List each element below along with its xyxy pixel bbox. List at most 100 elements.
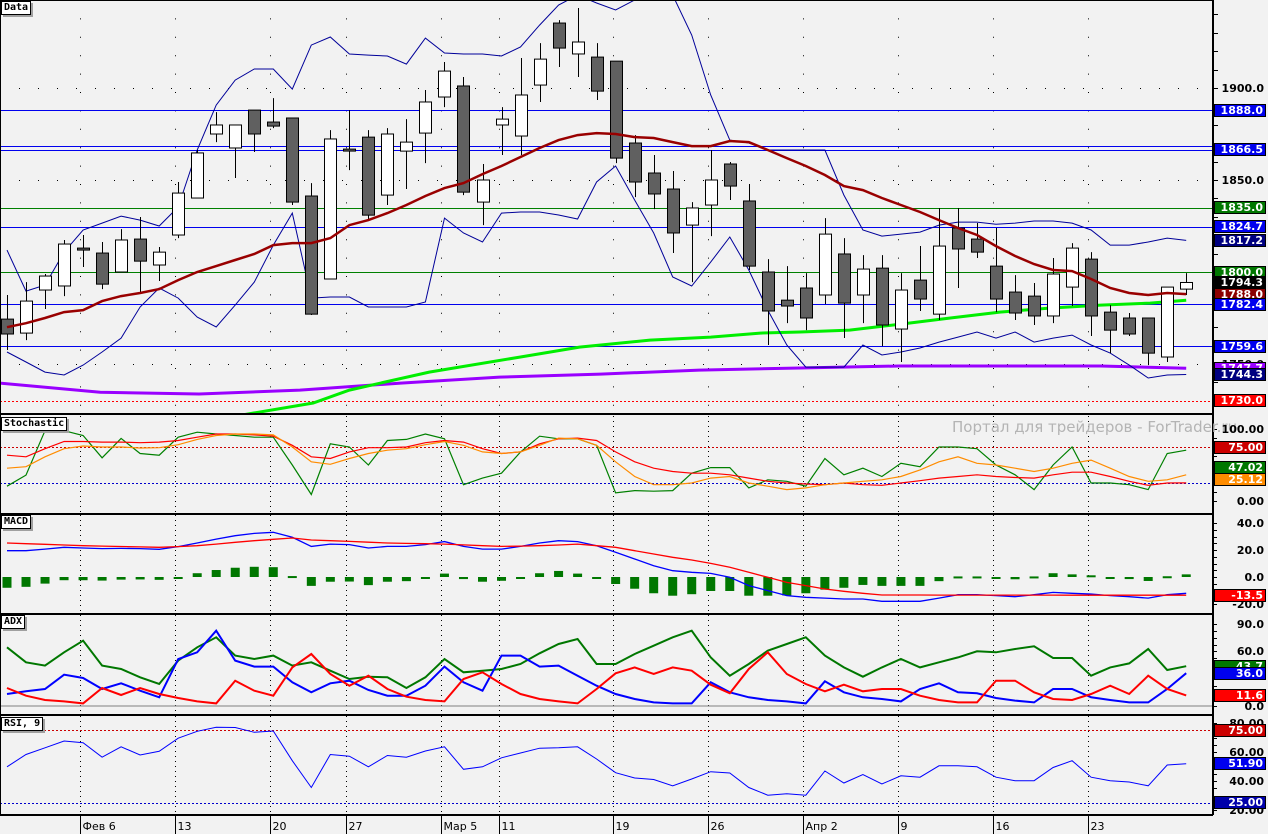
axis-tick-label: 90.0 [1236,617,1264,631]
candle-body [971,238,984,253]
candle [381,128,394,206]
candle-body [933,245,946,315]
candle-body [229,124,242,149]
candle-body [952,227,965,250]
value-badge: 11.6 [1214,688,1266,702]
macd-histogram-bar [40,577,50,584]
candle-body [324,138,337,280]
candle-body [381,133,394,196]
value-badge: 1730.0 [1214,394,1266,408]
candle-body [990,265,1003,300]
date-label: 20 [272,820,287,833]
macd-histogram-bar [1086,575,1096,578]
macd-histogram-bar [934,577,944,582]
macd-histogram-bar [1162,576,1172,579]
value-badge: 36.0 [1214,666,1266,680]
macd-histogram-bar [458,577,468,580]
macd-histogram-bar [1105,577,1115,579]
date-label: 23 [1090,820,1105,833]
value-badge: 1866.5 [1214,143,1266,157]
macd-histogram-bar [154,577,164,580]
panel-title-stochastic: Stochastic [1,417,68,431]
macd-histogram-bar [249,566,259,577]
candle-body [705,179,718,206]
date-label: Фев 6 [82,820,116,833]
macd-histogram-bar [1010,577,1020,580]
axis-tick-label: 1900.0 [1221,81,1264,95]
candle-body [191,152,204,199]
macd-histogram-bar [344,577,354,582]
macd-histogram-bar [325,577,335,582]
macd-histogram-bar [630,577,640,589]
macd-histogram-bar [21,577,31,587]
value-badge: 51.90 [1214,757,1266,771]
macd-histogram-bar [972,576,982,579]
macd-histogram-bar [1067,574,1077,577]
axis-tick-label: 1850.0 [1221,173,1264,187]
trading-chart[interactable] [0,0,1268,834]
macd-histogram-bar [306,577,316,586]
macd-histogram-bar [2,577,12,588]
macd-histogram-bar [59,577,69,581]
candle-body [895,289,908,330]
candle-body [58,243,71,287]
value-badge: 47.02 [1214,460,1266,474]
macd-histogram-bar [1029,576,1039,579]
candle-body [648,172,661,195]
candle-body [1161,286,1174,358]
watermark: Портал для трейдеров - ForTrader.ru [952,418,1238,436]
date-label: 27 [348,820,363,833]
macd-histogram-bar [516,577,526,579]
axis-tick-label: 20.0 [1236,543,1264,557]
panel-title-macd: MACD [1,515,32,529]
candle [305,183,318,316]
date-label: Мар 5 [443,820,478,833]
macd-histogram-bar [1181,574,1191,577]
value-badge: 1782.4 [1214,297,1266,311]
value-badge: 1835.0 [1214,201,1266,215]
macd-histogram-bar [915,577,925,586]
macd-histogram-bar [97,577,107,581]
candle-body [400,141,413,152]
macd-histogram-bar [1048,573,1058,577]
candle-body [838,253,851,304]
candle-body [1009,291,1022,314]
candle-body [515,94,528,137]
candle-body [134,238,147,262]
candle-body [743,200,756,267]
macd-histogram-bar [896,577,906,586]
macd-histogram-bar [497,577,507,581]
candle [191,150,204,199]
candle-body [362,136,375,216]
date-label: 13 [177,820,192,833]
date-label: Апр 2 [805,820,838,833]
macd-histogram-bar [554,570,564,577]
macd-histogram-bar [535,573,545,577]
candle-body [172,192,185,236]
candle-body [819,233,832,296]
macd-histogram-bar [687,577,697,595]
date-label: 11 [501,820,516,833]
value-badge: 1824.7 [1214,220,1266,234]
value-badge: 75.00 [1214,723,1266,737]
candle-body [496,118,509,126]
candle [324,130,337,280]
panel-title-data: Data [1,1,32,15]
candle [362,130,375,221]
macd-histogram-bar [230,567,240,577]
panel-title-adx: ADX [1,615,26,629]
candle-body [781,299,794,307]
candle-body [1180,281,1193,290]
date-label: 16 [995,820,1010,833]
value-badge: 1759.6 [1214,339,1266,353]
candle-body [1104,311,1117,331]
candle-body [667,188,680,234]
candle-body [1142,317,1155,354]
macd-histogram-bar [573,573,583,577]
candle-body [438,70,451,98]
macd-histogram-bar [858,577,868,585]
macd-histogram-bar [1143,577,1153,581]
candle-body [210,124,223,135]
macd-histogram-bar [953,576,963,579]
macd-histogram-bar [135,577,145,580]
